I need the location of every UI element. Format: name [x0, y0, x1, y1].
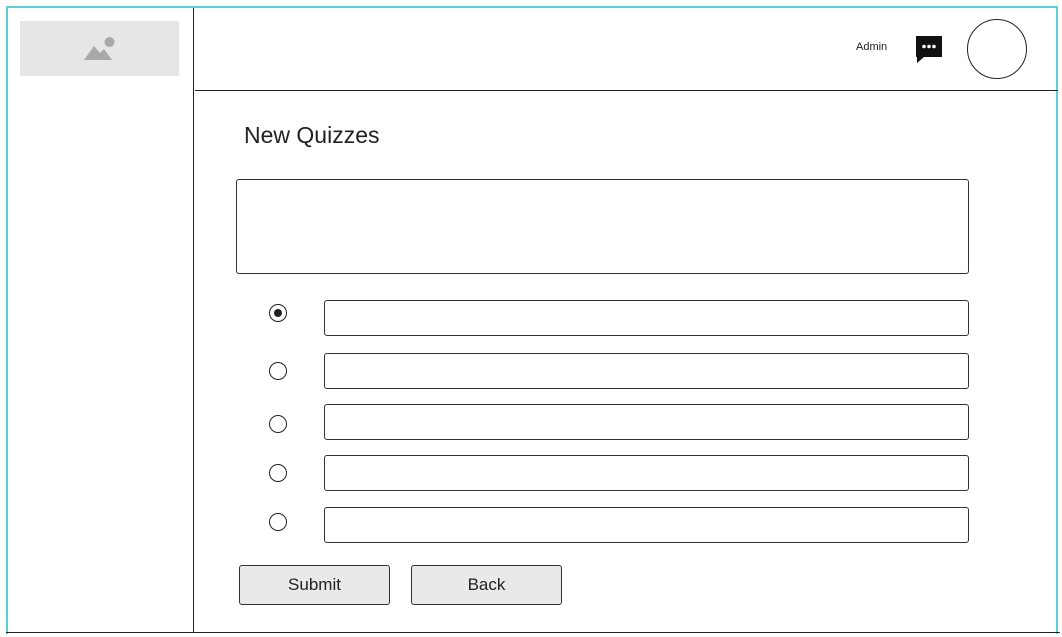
- answer-field-1[interactable]: [324, 300, 969, 336]
- answer-field-5[interactable]: [324, 507, 969, 543]
- answer-radio-5[interactable]: [269, 513, 287, 531]
- answer-field-2[interactable]: [324, 353, 969, 389]
- chat-bubble-icon[interactable]: [915, 35, 943, 63]
- answer-field-3[interactable]: [324, 404, 969, 440]
- answer-radio-3[interactable]: [269, 415, 287, 433]
- answer-radio-2[interactable]: [269, 362, 287, 380]
- submit-button[interactable]: Submit: [239, 565, 390, 605]
- sidebar: [8, 8, 194, 633]
- answer-radio-4[interactable]: [269, 464, 287, 482]
- user-name-label: Admin: [856, 41, 888, 53]
- page-title: New Quizzes: [244, 122, 380, 148]
- back-button[interactable]: Back: [411, 565, 562, 605]
- answer-radio-1[interactable]: [269, 304, 287, 322]
- image-placeholder-icon: [83, 36, 114, 60]
- answer-field-4[interactable]: [324, 455, 969, 491]
- user-avatar[interactable]: [967, 19, 1027, 79]
- logo-placeholder[interactable]: [20, 21, 179, 76]
- question-textarea[interactable]: [236, 179, 969, 274]
